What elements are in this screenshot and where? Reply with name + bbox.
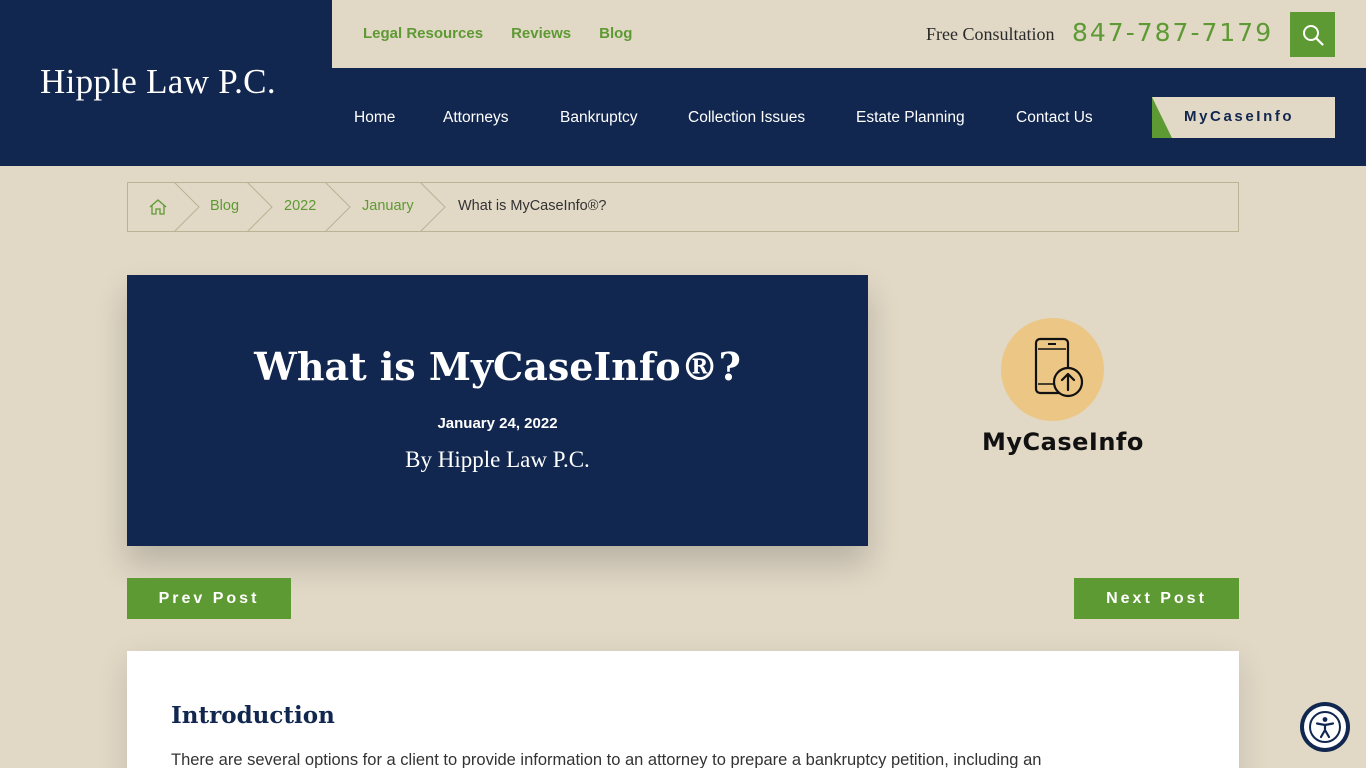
mycaseinfo-button[interactable]: MyCaseInfo [1152,97,1335,138]
accessibility-icon [1309,711,1341,743]
button-accent [1152,97,1172,138]
nav-item-estate-planning[interactable]: Estate Planning [856,109,965,127]
nav-item-contact-us[interactable]: Contact Us [1016,109,1093,127]
search-button[interactable] [1290,12,1335,57]
accessibility-button[interactable] [1300,702,1350,752]
breadcrumb-separator [173,182,200,232]
article-paragraph: There are several options for a client t… [171,751,1042,768]
breadcrumb-separator [419,182,446,232]
breadcrumb: Blog 2022 January What is MyCaseInfo®? [127,182,1239,232]
prev-post-button[interactable]: Prev Post [127,578,291,619]
breadcrumb-separator [324,182,351,232]
post-author: By Hipple Law P.C. [405,447,590,472]
post-title: What is MyCaseInfo®? [254,344,741,389]
home-icon[interactable] [148,198,168,216]
search-icon [1302,24,1324,46]
mycaseinfo-button-label: MyCaseInfo [1184,108,1295,125]
phone-number-link[interactable]: 847-787-7179 [1072,18,1273,47]
blog-link[interactable]: Blog [599,25,632,42]
article-content: Introduction There are several options f… [127,651,1239,768]
utility-links: Legal Resources Reviews Blog [363,25,632,42]
breadcrumb-current: What is MyCaseInfo®? [458,198,607,214]
nav-item-home[interactable]: Home [354,109,395,127]
mycaseinfo-logo-text: MyCaseInfo [982,428,1144,456]
breadcrumb-january[interactable]: January [362,198,414,214]
phone-upload-icon [1034,337,1084,398]
nav-item-collection-issues[interactable]: Collection Issues [688,109,805,127]
accessibility-icon-bg [1304,706,1346,748]
post-hero: What is MyCaseInfo®? January 24, 2022 By… [127,275,868,546]
reviews-link[interactable]: Reviews [511,25,571,42]
free-consultation-label: Free Consultation [926,24,1055,44]
logo-block[interactable]: Hipple Law P.C. [0,0,332,166]
next-post-button[interactable]: Next Post [1074,578,1239,619]
nav-item-bankruptcy[interactable]: Bankruptcy [560,109,638,127]
breadcrumb-blog[interactable]: Blog [210,198,239,214]
breadcrumb-separator [246,182,273,232]
legal-resources-link[interactable]: Legal Resources [363,25,483,42]
section-heading: Introduction [171,702,335,729]
mycaseinfo-logo-image [1001,318,1104,421]
post-date: January 24, 2022 [437,415,558,432]
breadcrumb-2022[interactable]: 2022 [284,198,316,214]
nav-item-attorneys[interactable]: Attorneys [443,109,508,127]
utility-bar: Legal Resources Reviews Blog Free Consul… [332,0,1366,68]
main-nav: Home Attorneys Bankruptcy Collection Iss… [332,68,1366,166]
site-logo[interactable]: Hipple Law P.C. [40,62,276,102]
